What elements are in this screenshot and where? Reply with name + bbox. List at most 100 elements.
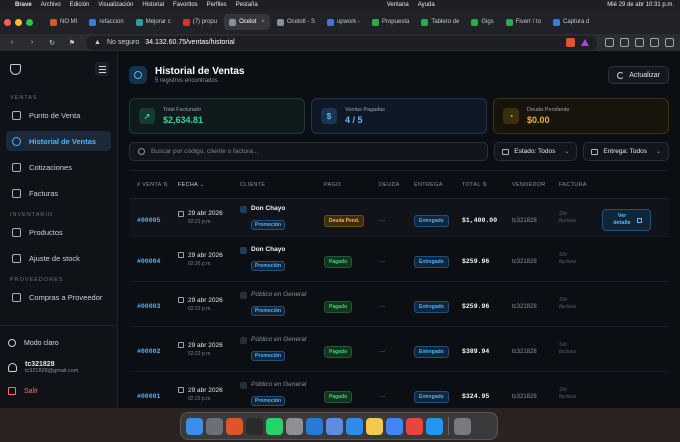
brave-icon[interactable]: [226, 417, 243, 435]
safari-icon[interactable]: [346, 417, 363, 435]
menu-app-name[interactable]: Brave: [15, 2, 32, 8]
whatsapp-icon[interactable]: [266, 417, 283, 435]
menu-toggle-button[interactable]: [95, 62, 109, 76]
menu-historial[interactable]: Historial: [142, 2, 164, 8]
page-subtitle: 5 registros encontrados: [155, 78, 218, 84]
client-name: Público en General: [251, 381, 307, 388]
brave-rewards-icon[interactable]: [581, 39, 589, 46]
preview-icon[interactable]: [326, 417, 343, 435]
refresh-button[interactable]: Actualizar: [608, 66, 669, 84]
minimize-window-button[interactable]: [15, 18, 22, 26]
search-box[interactable]: [129, 142, 489, 161]
col-total[interactable]: TOTAL ⇅: [462, 182, 512, 188]
menu-pestana[interactable]: Pestaña: [236, 2, 258, 8]
address-bar[interactable]: ▲ No seguro 34.132.60.75/ventas/historia…: [86, 35, 597, 50]
payment-status-badge: Pagado: [324, 301, 353, 313]
browser-tab[interactable]: refaccion: [84, 14, 128, 30]
col-num[interactable]: # VENTA ⇅: [129, 182, 178, 188]
col-fecha[interactable]: FECHA ⌄: [178, 182, 240, 188]
url-text[interactable]: 34.132.60.75/ventas/historial: [145, 39, 235, 46]
search-input[interactable]: [151, 148, 480, 155]
view-detail-button[interactable]: Ver detalle: [602, 209, 651, 231]
sidebar-item-punto-de-venta[interactable]: Punto de Venta: [6, 105, 111, 125]
table-row[interactable]: #00005 29 abr 2026 02:21 p.m. Don Chayo Prom…: [129, 199, 669, 237]
wallet-icon[interactable]: [635, 38, 644, 47]
forward-icon[interactable]: ›: [26, 39, 38, 46]
tab-label: upwork -: [336, 19, 360, 25]
browser-tab[interactable]: Propuesta: [367, 14, 414, 30]
sidebar-toggle-icon[interactable]: [620, 38, 629, 47]
table-row[interactable]: #00001 29 abr 2026 02:22 p.m. Público en Ge…: [129, 372, 669, 408]
browser-tab[interactable]: Ocelot ×: [224, 14, 270, 30]
menu-favoritos[interactable]: Favoritos: [173, 2, 198, 8]
brave-shield-icon[interactable]: [566, 38, 575, 47]
chrome-icon[interactable]: [406, 417, 423, 435]
vscode-icon[interactable]: [306, 417, 323, 435]
download-icon[interactable]: [650, 38, 659, 47]
sidebar-item-facturas[interactable]: Facturas: [6, 183, 111, 203]
menu-archivo[interactable]: Archivo: [41, 2, 61, 8]
sidebar-item-cotizaciones[interactable]: Cotizaciones: [6, 157, 111, 177]
finder-icon[interactable]: [186, 417, 203, 435]
sales-table: # VENTA ⇅ FECHA ⌄ CLIENTE PAGO DEUDA ENT…: [129, 170, 669, 408]
sale-time: 02:22 p.m.: [188, 350, 212, 357]
logout-button[interactable]: Salir: [8, 380, 109, 402]
docker-icon[interactable]: [426, 417, 443, 435]
box-icon: [12, 227, 21, 237]
terminal-icon[interactable]: [246, 417, 263, 435]
menu-ventana[interactable]: Ventana: [387, 2, 409, 8]
sale-number-link[interactable]: #00003: [137, 303, 160, 310]
sidebar-item-label: Cotizaciones: [29, 162, 72, 172]
notes-icon[interactable]: [366, 417, 383, 435]
tab-favicon-icon: [229, 18, 237, 26]
seller-name: tc321828: [512, 304, 537, 310]
browser-tab[interactable]: Fiverr / to: [501, 14, 546, 30]
col-cliente: CLIENTE: [240, 181, 266, 188]
browser-tab[interactable]: (7) propu: [178, 14, 222, 30]
history-icon: [12, 136, 21, 146]
browser-tab[interactable]: Gigs: [466, 14, 498, 30]
sale-number-link[interactable]: #00005: [137, 217, 160, 224]
back-icon[interactable]: ‹: [6, 39, 18, 46]
estado-filter[interactable]: Estado: Todos ⌄: [494, 142, 578, 161]
tab-label: Gigs: [481, 19, 494, 25]
reload-icon[interactable]: ↻: [46, 39, 58, 47]
menu-ayuda[interactable]: Ayuda: [418, 2, 435, 8]
browser-tab[interactable]: Tablero de: [416, 14, 464, 30]
sidebar-item-productos[interactable]: Productos: [6, 222, 111, 242]
user-icon: [8, 362, 17, 372]
sale-total: $259.96: [462, 258, 490, 265]
menu-visualizacion[interactable]: Visualización: [98, 2, 133, 8]
menu-bar: Brave Archivo Edición Visualización Hist…: [0, 0, 680, 10]
sale-number-link[interactable]: #00002: [137, 348, 160, 355]
bookmark-icon[interactable]: ⚑: [66, 39, 78, 47]
sale-number-link[interactable]: #00001: [137, 393, 160, 400]
user-profile[interactable]: tc321828 tc321828@gmail.com: [8, 354, 109, 380]
settings-icon[interactable]: [286, 417, 303, 435]
sidebar-item-ajuste-de-stock[interactable]: Ajuste de stock: [6, 248, 111, 268]
menu-edicion[interactable]: Edición: [70, 2, 90, 8]
browser-tab[interactable]: NO MI: [45, 14, 82, 30]
browser-tab[interactable]: Captura d: [548, 14, 594, 30]
zoom-window-button[interactable]: [26, 18, 33, 26]
browser-tab[interactable]: Ocelotl - S: [272, 14, 320, 30]
sidebar-item-compras-a-proveedor[interactable]: Compras a Proveedor: [6, 287, 111, 307]
sidebar-item-historial-de-ventas[interactable]: Historial de Ventas: [6, 131, 111, 151]
theme-toggle[interactable]: Modo claro: [8, 332, 109, 354]
browser-tab[interactable]: Mejorar c: [131, 14, 176, 30]
entrega-filter[interactable]: Entrega: Todos ⌄: [583, 142, 669, 161]
sale-number-link[interactable]: #00004: [137, 258, 160, 265]
menu-icon[interactable]: [665, 38, 674, 47]
menu-perfiles[interactable]: Perfiles: [207, 2, 227, 8]
browser-tab[interactable]: upwork -: [322, 14, 365, 30]
clock[interactable]: Mié 29 de abr 10:31 p.m.: [607, 2, 674, 8]
table-row[interactable]: #00002 29 abr 2026 02:22 p.m. Público en Ge…: [129, 327, 669, 372]
android-studio-icon[interactable]: [386, 417, 403, 435]
launchpad-icon[interactable]: [206, 417, 223, 435]
table-row[interactable]: #00003 29 abr 2026 02:22 p.m. Público en Ge…: [129, 282, 669, 327]
close-window-button[interactable]: [4, 18, 11, 26]
extensions-icon[interactable]: [605, 38, 614, 47]
close-tab-icon[interactable]: ×: [261, 19, 265, 25]
trash-icon[interactable]: [454, 417, 471, 435]
table-row[interactable]: #00004 29 abr 2026 02:26 p.m. Don Chayo Prom…: [129, 237, 669, 282]
